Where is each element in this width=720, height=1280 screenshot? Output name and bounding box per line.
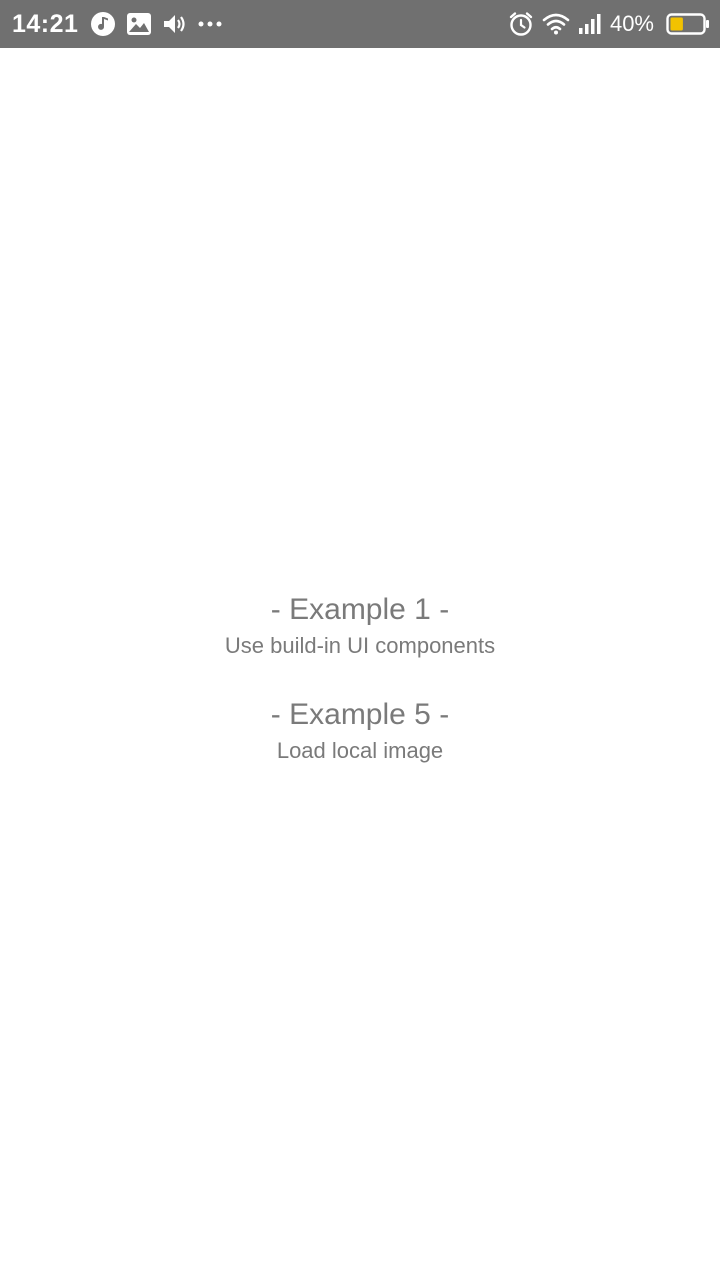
- main-content: - Example 1 - Use build-in UI components…: [0, 48, 720, 1280]
- battery-icon: [666, 0, 710, 48]
- status-bar: 14:21 40%: [0, 0, 720, 48]
- volume-icon: [162, 0, 188, 48]
- status-bar-right: 40%: [500, 0, 710, 48]
- example-5-description: Load local image: [276, 738, 444, 763]
- example-5-item[interactable]: - Example 5 - Load local image: [0, 697, 720, 765]
- example-5-title: - Example 5 -: [270, 698, 450, 731]
- status-bar-left: 14:21: [12, 0, 232, 48]
- music-note-icon: [90, 0, 116, 48]
- more-dots-icon: [198, 0, 222, 48]
- app-screen: 14:21 40% - Example 1 - Use build-in UI …: [0, 0, 720, 1280]
- example-1-description: Use build-in UI components: [224, 633, 496, 658]
- image-icon: [126, 0, 152, 48]
- alarm-icon: [508, 0, 534, 48]
- wifi-icon: [542, 0, 570, 48]
- example-1-item[interactable]: - Example 1 - Use build-in UI components: [0, 592, 720, 660]
- status-time: 14:21: [12, 9, 79, 38]
- example-1-title: - Example 1 -: [270, 593, 450, 626]
- battery-percent: 40%: [609, 11, 654, 36]
- signal-icon: [578, 0, 602, 48]
